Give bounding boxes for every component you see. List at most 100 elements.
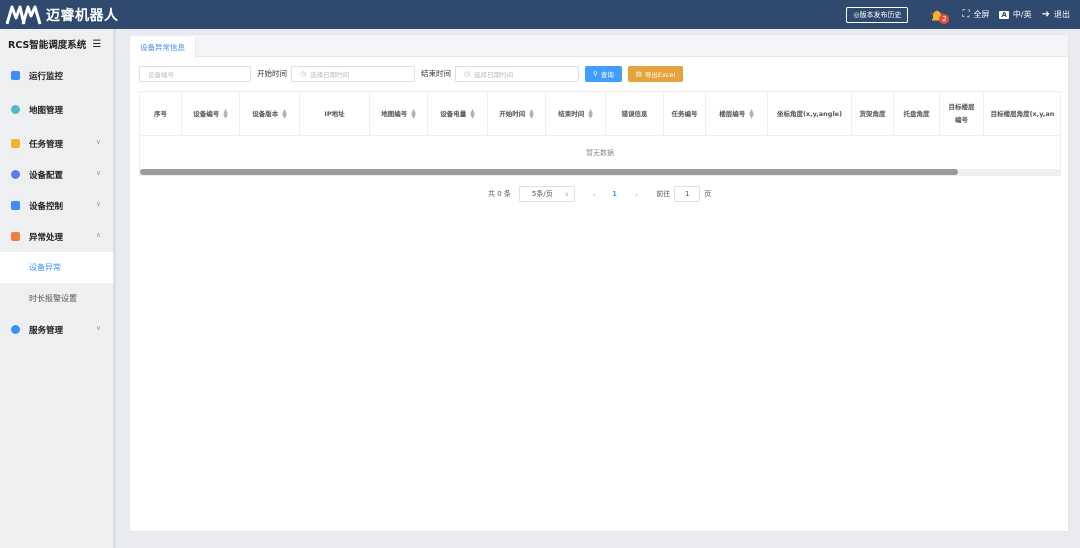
- chevron-down-icon: ∨: [95, 200, 101, 208]
- device-control-icon: [11, 201, 20, 210]
- exception-icon: [11, 232, 20, 241]
- system-title: RCS智能调度系统 ☰: [0, 29, 113, 59]
- column-header[interactable]: 结束时间 ▲ ▼: [546, 92, 606, 136]
- tab-bar: 设备异常信息: [130, 35, 1068, 59]
- sort-icon[interactable]: ▲ ▼: [470, 109, 475, 120]
- start-time-picker[interactable]: ◷ 选择日期时间: [291, 65, 415, 82]
- column-header-label: 设备版本: [252, 109, 279, 118]
- current-page-number[interactable]: 1: [612, 190, 617, 198]
- column-header-label: 货架角度: [859, 109, 886, 118]
- sort-icon[interactable]: ▲ ▼: [749, 109, 754, 120]
- sort-icon[interactable]: ▲ ▼: [223, 109, 228, 120]
- start-time-placeholder: 选择日期时间: [310, 70, 350, 79]
- version-history-button[interactable]: ◎版本发布历史: [846, 6, 909, 23]
- export-excel-button[interactable]: ▤ 导出Excel: [627, 65, 684, 82]
- logout-label: 退出: [1054, 10, 1070, 19]
- column-header: 错误信息: [606, 92, 664, 136]
- export-button-label: 导出Excel: [644, 70, 676, 79]
- prev-page-button[interactable]: ‹: [593, 190, 596, 199]
- end-time-picker[interactable]: ◷ 选择日期时间: [455, 65, 579, 82]
- device-number-input[interactable]: 设备编号: [139, 65, 251, 82]
- column-header[interactable]: 楼层编号 ▲ ▼: [706, 92, 768, 136]
- sidebar-item-exception[interactable]: 异常处理 ∧: [0, 221, 113, 252]
- sidebar-item-label: 运行监控: [29, 71, 64, 82]
- sidebar-subitem-duration-alarm[interactable]: 时长报警设置: [0, 283, 113, 314]
- column-header-label: 目标楼层 编号: [948, 103, 975, 124]
- tab-device-exception-info[interactable]: 设备异常信息: [130, 37, 196, 59]
- logout-button[interactable]: ➜ 退出: [1042, 9, 1070, 20]
- column-header: 目标楼层 编号: [940, 92, 984, 136]
- fullscreen-button[interactable]: ⛶ 全屏: [962, 9, 989, 20]
- column-header[interactable]: 开始时间 ▲ ▼: [488, 92, 546, 136]
- query-button[interactable]: ⚲ 查询: [585, 65, 622, 82]
- sort-icon[interactable]: ▲ ▼: [282, 109, 287, 120]
- sidebar-item-label: 地图管理: [29, 105, 64, 116]
- column-header-label: 托盘角度: [903, 109, 930, 118]
- next-page-button[interactable]: ›: [635, 190, 638, 199]
- alert-count-badge: 2: [939, 13, 950, 24]
- column-header-label: 设备编号: [193, 109, 220, 118]
- empty-state: 暂无数据: [586, 148, 614, 157]
- filter-bar: 设备编号 开始时间 ◷ 选择日期时间 结束时间 ◷ 选择日期时间 ⚲ 查询 ▤ …: [139, 65, 684, 82]
- clock-icon: ◷: [300, 69, 307, 78]
- sidebar-item-device-config[interactable]: 设备配置 ∨: [0, 159, 113, 190]
- sidebar-subitem-device-exception[interactable]: 设备异常: [0, 252, 113, 283]
- horizontal-scrollbar[interactable]: [140, 169, 1060, 175]
- logout-icon: ➜: [1041, 9, 1050, 20]
- page-size-select[interactable]: 5条/页 ∨: [518, 186, 575, 202]
- start-time-label: 开始时间: [257, 69, 287, 78]
- column-header[interactable]: 地图编号 ▲ ▼: [370, 92, 428, 136]
- top-bar: 迈睿机器人 ◎版本发布历史 2 ⛶ 全屏 A 中/英 ➜ 退出: [0, 0, 1080, 29]
- column-header-label: 错误信息: [621, 109, 648, 118]
- monitor-icon: [11, 71, 20, 80]
- main-panel: 设备异常信息 设备编号 开始时间 ◷ 选择日期时间 结束时间 ◷ 选择日期时间 …: [129, 34, 1069, 532]
- end-time-placeholder: 选择日期时间: [474, 70, 514, 79]
- total-count: 共 0 条: [488, 190, 511, 198]
- column-header[interactable]: 设备电量 ▲ ▼: [428, 92, 488, 136]
- alert-bell[interactable]: 2: [930, 8, 950, 24]
- device-config-icon: [11, 170, 20, 179]
- language-switch[interactable]: A 中/英: [999, 9, 1032, 20]
- column-header[interactable]: 设备版本 ▲ ▼: [240, 92, 300, 136]
- page-size-value: 5条/页: [531, 190, 553, 198]
- export-icon: ▤: [635, 69, 642, 78]
- collapse-menu-icon[interactable]: ☰: [92, 39, 101, 50]
- column-header-label: 结束时间: [558, 109, 585, 118]
- sort-icon[interactable]: ▲ ▼: [529, 109, 534, 120]
- fullscreen-icon: ⛶: [962, 9, 970, 20]
- sidebar-item-device-control[interactable]: 设备控制 ∨: [0, 190, 113, 221]
- end-time-label: 结束时间: [421, 69, 451, 78]
- column-header: 坐标角度(x,y,angle): [768, 92, 852, 136]
- column-header-label: 坐标角度(x,y,angle): [776, 109, 843, 118]
- column-header: 货架角度: [852, 92, 894, 136]
- column-header-label: 设备电量: [440, 109, 467, 118]
- column-header-label: 楼层编号: [719, 109, 746, 118]
- sidebar-item-task[interactable]: 任务管理 ∨: [0, 128, 113, 159]
- clock-icon: ◷: [464, 69, 471, 78]
- sort-icon[interactable]: ▲ ▼: [411, 109, 416, 120]
- sidebar-item-label: 服务管理: [29, 325, 64, 336]
- column-header-label: 地图编号: [381, 109, 408, 118]
- table-header: 序号 设备编号 ▲ ▼ 设备版本 ▲ ▼ IP地址 地图编号 ▲ ▼ 设备电量 ▲ ▼ 开始时间 ▲ ▼ 结束时间…: [140, 92, 1060, 136]
- sidebar-item-monitor[interactable]: 运行监控: [0, 60, 113, 91]
- chevron-up-icon: ∧: [95, 231, 101, 239]
- sidebar: RCS智能调度系统 ☰ 运行监控 地图管理 任务管理 ∨ 设备配置 ∨ 设备控制…: [0, 29, 116, 548]
- fullscreen-label: 全屏: [973, 10, 990, 19]
- chevron-down-icon: ∨: [95, 169, 101, 177]
- brand-logo-icon: [6, 5, 42, 24]
- column-header: 目标楼层角度(x,y,an: [984, 92, 1060, 136]
- sidebar-item-service[interactable]: 服务管理 ∨: [0, 314, 113, 345]
- column-header-label: 任务编号: [671, 109, 698, 118]
- sort-icon[interactable]: ▲ ▼: [588, 109, 593, 120]
- task-icon: [11, 139, 20, 148]
- scrollbar-thumb[interactable]: [140, 169, 958, 175]
- map-icon: [11, 105, 20, 114]
- chevron-down-icon: ∨: [564, 190, 569, 198]
- sidebar-item-map[interactable]: 地图管理: [0, 94, 113, 125]
- column-header-label: IP地址: [324, 109, 345, 118]
- column-header[interactable]: 设备编号 ▲ ▼: [182, 92, 240, 136]
- goto-page-input[interactable]: 1: [674, 186, 701, 202]
- column-header-label: 序号: [154, 109, 167, 118]
- column-header: 任务编号: [664, 92, 706, 136]
- sidebar-item-label: 设备控制: [29, 201, 64, 212]
